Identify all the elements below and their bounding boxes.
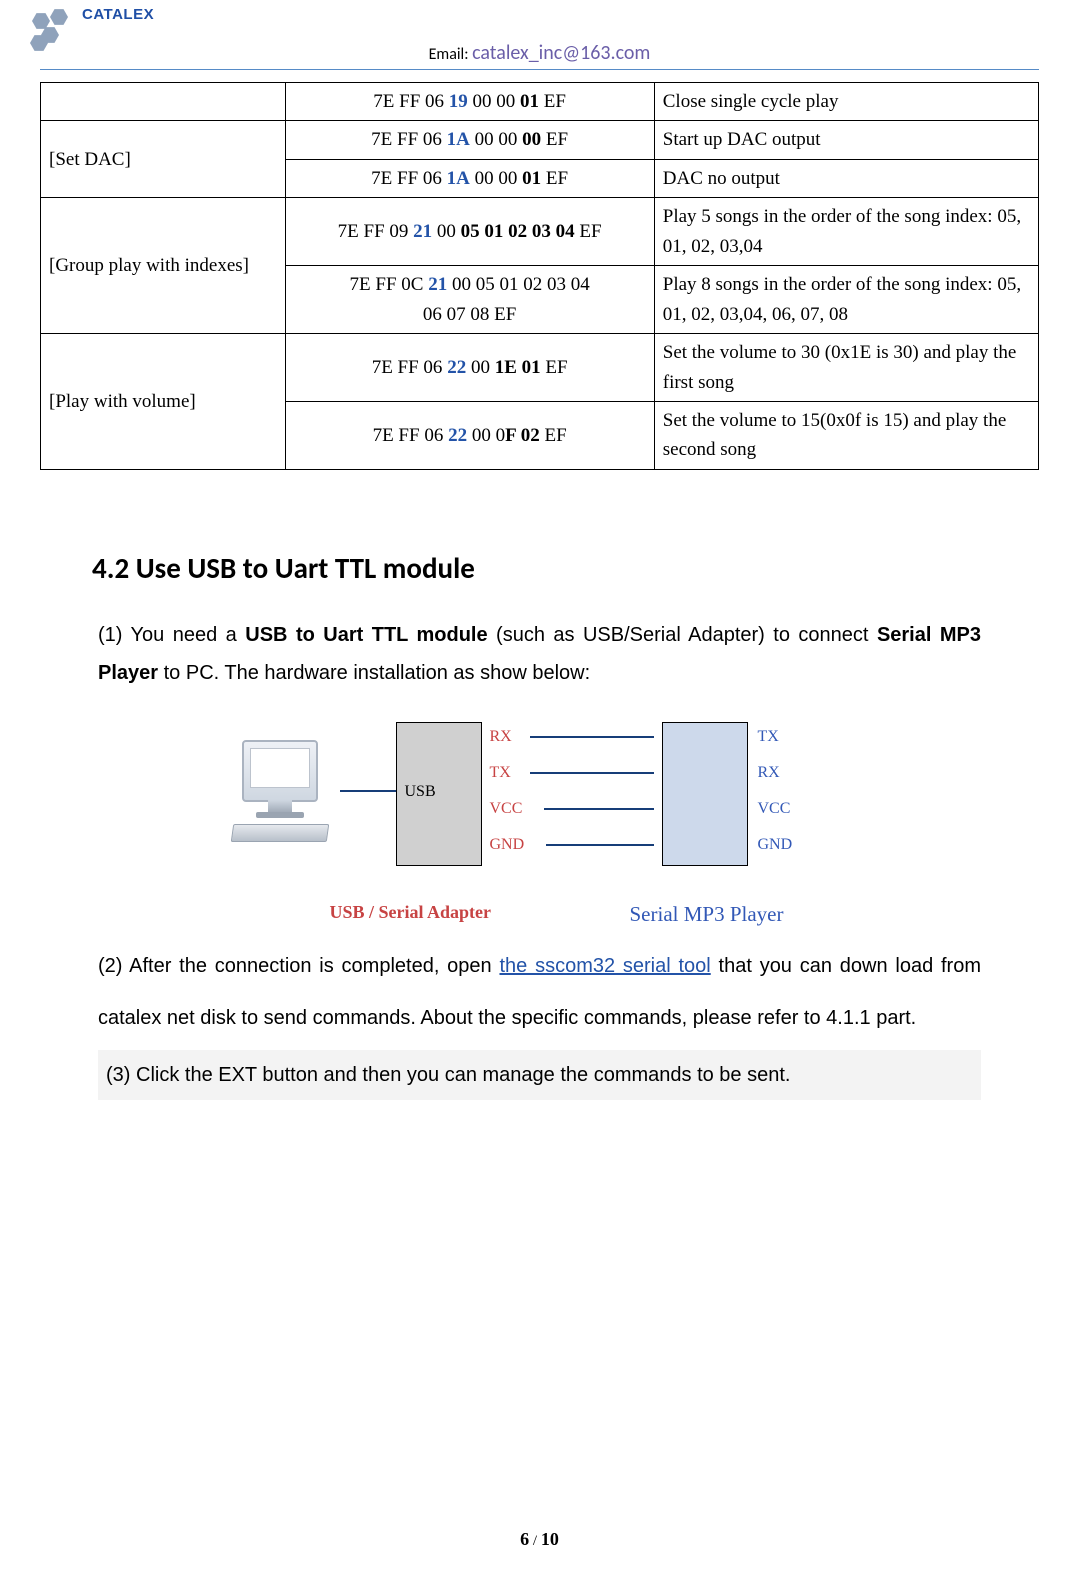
wire-pc-to-usb: [340, 790, 396, 792]
wire-2: [530, 772, 654, 774]
row-label: [41, 83, 286, 121]
page-header: CATALEX Email: catalex_inc@163.com: [40, 0, 1039, 70]
row-label: [Set DAC]: [41, 121, 286, 198]
mp3-pin-tx: TX: [758, 728, 779, 746]
wire-1: [530, 736, 654, 738]
paragraph-3: (3) Click the EXT button and then you ca…: [98, 1050, 981, 1100]
header-email: Email: catalex_inc@163.com: [40, 41, 1039, 65]
sscom32-link[interactable]: the sscom32 serial tool: [499, 955, 710, 977]
wiring-diagram: USB RX TX VCC GND TX RX VCC GND USB / Se…: [230, 710, 850, 930]
usb-pin-tx: TX: [490, 764, 511, 782]
paragraph-1: (1) You need a USB to Uart TTL module (s…: [98, 616, 981, 692]
usb-pin-gnd: GND: [490, 836, 525, 854]
table-row: [Play with volume]7E FF 06 22 00 1E 01 E…: [41, 334, 1039, 402]
email-address: catalex_inc@163.com: [472, 41, 650, 65]
mp3-pin-vcc: VCC: [758, 800, 791, 818]
command-bytes: 7E FF 09 21 00 05 01 02 03 04 EF: [285, 198, 654, 266]
row-label: [Group play with indexes]: [41, 198, 286, 334]
command-description: Set the volume to 15(0x0f is 15) and pla…: [654, 401, 1038, 469]
usb-pin-rx: RX: [490, 728, 512, 746]
section-heading-4-2: 4.2 Use USB to Uart TTL module: [92, 550, 1039, 586]
email-label: Email:: [429, 45, 473, 64]
command-description: Start up DAC output: [654, 121, 1038, 159]
command-description: Play 5 songs in the order of the song in…: [654, 198, 1038, 266]
pc-icon: [230, 738, 350, 848]
diagram-caption-usb: USB / Serial Adapter: [330, 902, 492, 923]
command-description: DAC no output: [654, 159, 1038, 197]
command-bytes: 7E FF 06 22 00 0F 02 EF: [285, 401, 654, 469]
table-row: [Group play with indexes]7E FF 09 21 00 …: [41, 198, 1039, 266]
wire-3: [544, 808, 654, 810]
command-bytes: 7E FF 06 22 00 1E 01 EF: [285, 334, 654, 402]
diagram-caption-mp3: Serial MP3 Player: [630, 902, 784, 927]
usb-pin-vcc: VCC: [490, 800, 523, 818]
command-description: Set the volume to 30 (0x1E is 30) and pl…: [654, 334, 1038, 402]
mp3-pin-gnd: GND: [758, 836, 793, 854]
table-row: [Set DAC]7E FF 06 1A 00 00 00 EFStart up…: [41, 121, 1039, 159]
command-bytes: 7E FF 06 19 00 00 01 EF: [285, 83, 654, 121]
mp3-pin-rx: RX: [758, 764, 780, 782]
command-bytes: 7E FF 06 1A 00 00 01 EF: [285, 159, 654, 197]
usb-serial-adapter-box: USB: [396, 722, 482, 866]
table-row: 7E FF 06 19 00 00 01 EFClose single cycl…: [41, 83, 1039, 121]
paragraph-2: (2) After the connection is completed, o…: [98, 940, 981, 1044]
command-table: 7E FF 06 19 00 00 01 EFClose single cycl…: [40, 82, 1039, 470]
usb-label: USB: [405, 783, 436, 801]
command-description: Close single cycle play: [654, 83, 1038, 121]
command-bytes: 7E FF 06 1A 00 00 00 EF: [285, 121, 654, 159]
brand-name: CATALEX: [82, 6, 154, 23]
page-number: 6 / 10: [0, 1529, 1079, 1550]
command-bytes: 7E FF 0C 21 00 05 01 02 03 0406 07 08 EF: [285, 266, 654, 334]
command-description: Play 8 songs in the order of the song in…: [654, 266, 1038, 334]
row-label: [Play with volume]: [41, 334, 286, 470]
wire-4: [546, 844, 654, 846]
serial-mp3-player-box: [662, 722, 748, 866]
